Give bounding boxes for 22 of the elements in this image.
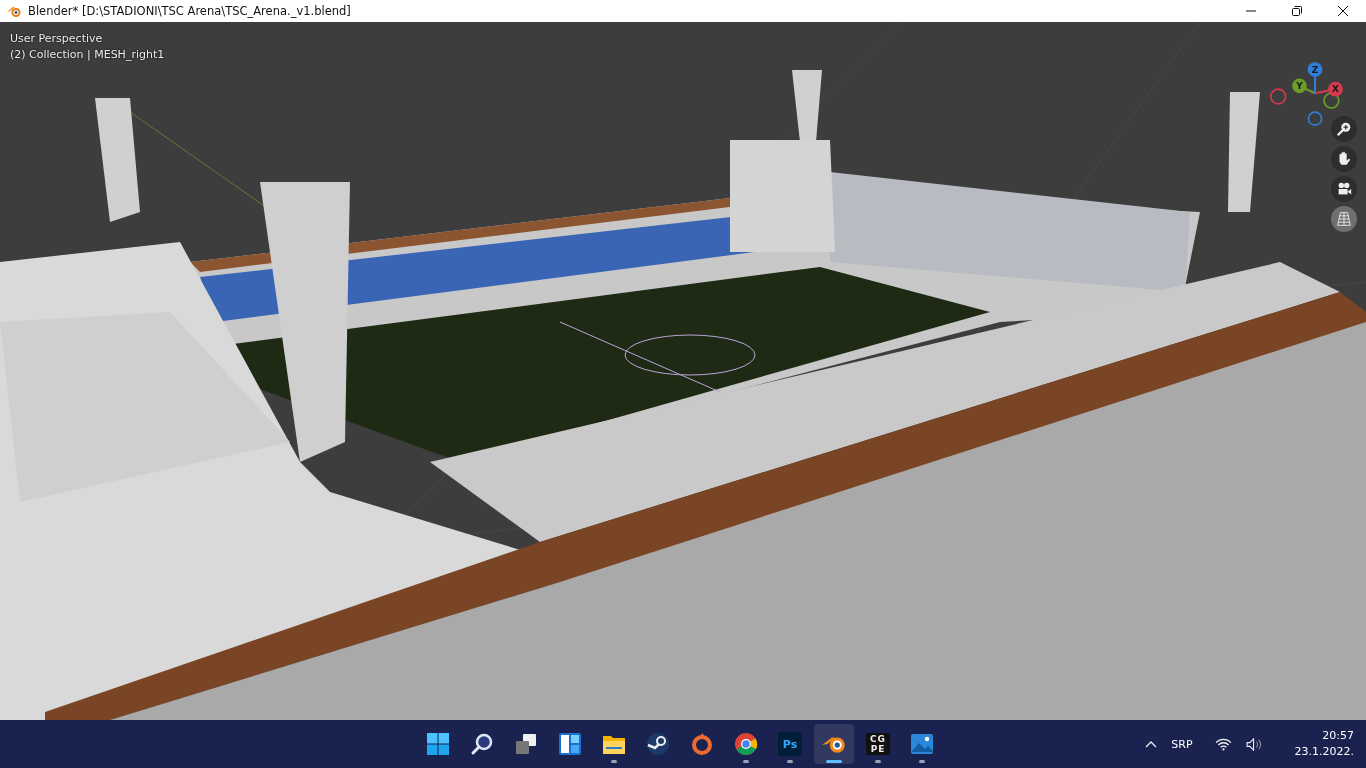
search-icon[interactable]	[470, 732, 494, 756]
ring-logo-icon[interactable]	[690, 732, 714, 756]
tricolor-circle-icon[interactable]	[734, 732, 758, 756]
panels-icon[interactable]	[558, 732, 582, 756]
language-indicator[interactable]: SRP	[1171, 737, 1193, 751]
blender-taskbar-button[interactable]	[814, 724, 854, 764]
landscape-picture-icon[interactable]	[910, 732, 934, 756]
object-info-label: (2) Collection | MESH_right1	[10, 48, 165, 61]
wifi-icon[interactable]	[1214, 737, 1232, 751]
speaker-icon[interactable]	[1245, 737, 1263, 751]
cgpe-taskbar-button[interactable]: CG PE	[858, 724, 898, 764]
window-title: Blender* [D:\STADIONI\TSC Arena\TSC_Arena._v1.blend]	[28, 4, 351, 18]
clock[interactable]: 20:57 23.1.2022.	[1294, 728, 1354, 760]
axis-gizmo[interactable]: Y X Z	[1270, 34, 1360, 128]
overlapping-windows-icon[interactable]	[514, 732, 538, 756]
round-piston-logo-icon[interactable]	[646, 732, 670, 756]
chevron-up-icon[interactable]	[1145, 740, 1158, 748]
view-name-label: User Perspective	[10, 32, 104, 45]
photoshop-taskbar-button[interactable]: Ps	[770, 724, 810, 764]
close-icon[interactable]	[1337, 5, 1349, 17]
four-squares-icon[interactable]	[426, 732, 450, 756]
maximize-icon[interactable]	[1291, 5, 1303, 17]
